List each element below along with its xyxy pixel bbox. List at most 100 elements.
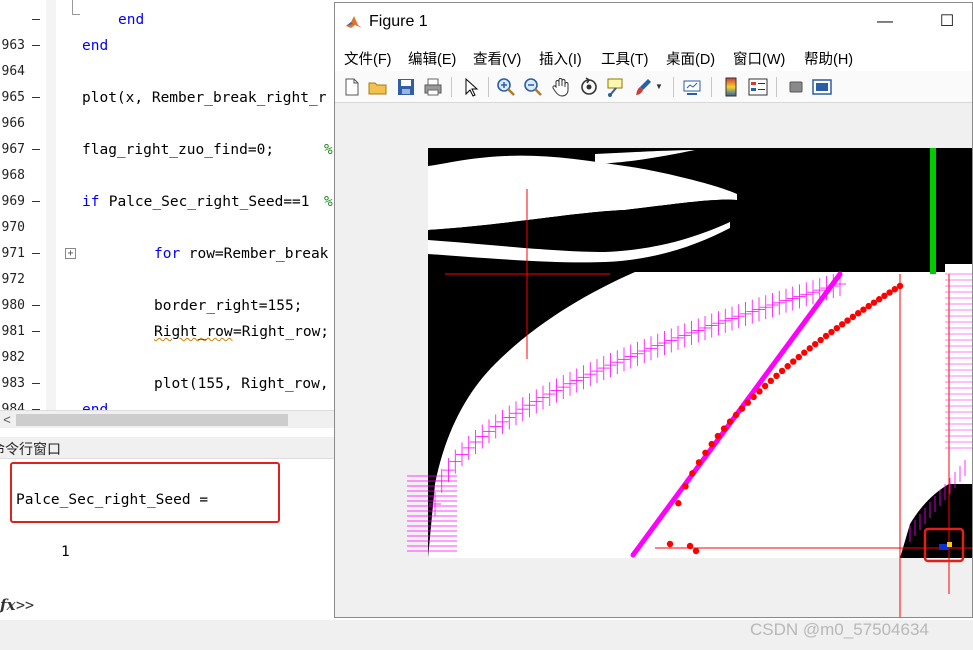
maximize-button[interactable]: ☐ <box>932 9 962 35</box>
red-point <box>738 405 746 412</box>
red-point <box>778 367 786 375</box>
hide-plot-tools-icon[interactable] <box>785 76 807 98</box>
code-comment: % <box>324 194 333 210</box>
red-point <box>806 345 813 352</box>
yellow-seed-marker <box>947 542 952 547</box>
red-point <box>702 449 709 456</box>
code-line[interactable]: 980 <box>0 267 336 313</box>
brush-icon[interactable] <box>632 76 654 98</box>
code-line[interactable]: 971 <box>0 215 336 261</box>
code-line[interactable]: 985 end <box>0 397 336 410</box>
menu-edit[interactable]: 编辑(E) <box>408 48 456 69</box>
figure-canvas[interactable] <box>335 104 972 617</box>
red-point <box>689 470 696 477</box>
menu-desktop[interactable]: 桌面(D) <box>666 48 715 69</box>
code-line[interactable]: 982 Right_row =Right_row; <box>0 319 336 365</box>
red-point <box>896 282 904 290</box>
legend-icon[interactable] <box>747 76 769 98</box>
code-line[interactable]: 972 + for row=Rember_break <box>0 241 336 287</box>
plot-area[interactable] <box>335 104 972 617</box>
figure-window[interactable]: Figure 1 — ☐ 文件(F) 编辑(E) 查看(V) 插入(I) 工具(… <box>334 2 973 618</box>
new-file-icon[interactable] <box>341 76 363 98</box>
pointer-icon[interactable] <box>459 76 481 98</box>
show-plot-tools-icon[interactable] <box>811 76 833 98</box>
open-folder-icon[interactable] <box>367 76 389 98</box>
editor-horizontal-scrollbar[interactable]: < <box>0 410 336 428</box>
menu-window[interactable]: 窗口(W) <box>733 48 785 69</box>
red-point <box>695 459 703 466</box>
watermark: CSDN @m0_57504634 <box>750 620 929 639</box>
code-editor[interactable]: 963 end 964 end 965 966 plot(x, Rember_b… <box>0 0 336 410</box>
code-line[interactable]: 966 plot(x, Rember_break_right_r <box>0 85 336 131</box>
menu-help[interactable]: 帮助(H) <box>804 48 853 69</box>
figure-title: Figure 1 <box>369 13 428 30</box>
code-text: plot(x, Rember_break_right_r <box>82 90 327 106</box>
code-line[interactable]: 968 flag_right_zuo_find=0; % <box>0 137 336 183</box>
zoom-in-icon[interactable] <box>495 76 517 98</box>
rotate-3d-icon[interactable] <box>578 76 600 98</box>
red-point <box>756 388 763 395</box>
command-output-value: 1 <box>61 544 70 560</box>
command-prompt[interactable]: >> <box>16 596 34 614</box>
red-point <box>838 321 846 328</box>
red-point <box>761 382 769 390</box>
red-point <box>865 302 872 310</box>
red-point <box>726 418 734 425</box>
matlab-logo-icon <box>346 16 362 28</box>
zoom-out-icon[interactable] <box>522 76 544 98</box>
code-line[interactable]: 963 end <box>0 7 336 53</box>
red-point <box>860 306 867 313</box>
scrollbar-thumb[interactable] <box>16 414 288 426</box>
code-line[interactable]: 970 if Palce_Sec_right_Seed==1 % <box>0 189 336 235</box>
chevron-down-icon[interactable]: ▼ <box>655 82 663 91</box>
code-text: plot(155, Right_row, <box>154 376 329 392</box>
red-point <box>817 336 824 344</box>
code-line[interactable]: 967 <box>0 111 336 157</box>
figure-toolbar: ▼ <box>335 71 972 103</box>
figure-titlebar[interactable]: Figure 1 — ☐ <box>335 3 972 41</box>
command-window-title: 命令行窗口 <box>0 441 61 457</box>
pan-hand-icon[interactable] <box>550 76 572 98</box>
code-line[interactable]: 983 <box>0 345 336 391</box>
code-line[interactable]: 965 <box>0 59 336 105</box>
expand-fold-icon[interactable]: + <box>65 248 76 259</box>
red-point <box>833 324 841 332</box>
red-point <box>767 377 775 385</box>
code-line[interactable]: 984 plot(155, Right_row, <box>0 371 336 410</box>
save-icon[interactable] <box>395 76 417 98</box>
code-line[interactable]: 964 end <box>0 33 336 79</box>
print-icon[interactable] <box>422 76 444 98</box>
fx-icon[interactable]: fx <box>0 596 15 614</box>
command-window-header: 命令行窗口 <box>0 437 336 459</box>
colorbar-icon[interactable] <box>720 76 742 98</box>
red-point <box>708 440 715 448</box>
code-text: end <box>118 12 145 28</box>
red-point <box>682 483 689 490</box>
red-point <box>795 353 802 361</box>
red-point <box>854 310 862 317</box>
red-point <box>773 372 780 380</box>
code-line[interactable]: 969 <box>0 163 336 209</box>
code-line[interactable]: 981 border_right=155; <box>0 293 336 339</box>
data-cursor-icon[interactable] <box>605 76 627 98</box>
link-plot-icon[interactable] <box>681 76 703 98</box>
code-text: end <box>82 38 109 54</box>
code-text: end <box>82 402 109 410</box>
code-text: flag_right_zuo_find=0; <box>82 142 275 158</box>
menu-insert[interactable]: 插入(I) <box>539 48 582 69</box>
red-point <box>675 500 682 507</box>
red-point <box>750 393 757 401</box>
highlight-box <box>10 462 280 523</box>
menu-tools[interactable]: 工具(T) <box>601 48 649 69</box>
red-point <box>784 362 791 370</box>
red-point <box>686 542 694 550</box>
minimize-button[interactable]: — <box>870 9 900 35</box>
code-comment: % <box>324 142 333 158</box>
command-window[interactable]: Palce_Sec_right_Seed = 1 <box>0 459 336 620</box>
code-text: =Right_row; <box>233 324 330 340</box>
red-point <box>844 317 851 324</box>
scroll-left-icon[interactable]: < <box>0 411 14 429</box>
menu-file[interactable]: 文件(F) <box>344 48 392 69</box>
red-point <box>822 332 830 340</box>
menu-view[interactable]: 查看(V) <box>473 48 521 69</box>
